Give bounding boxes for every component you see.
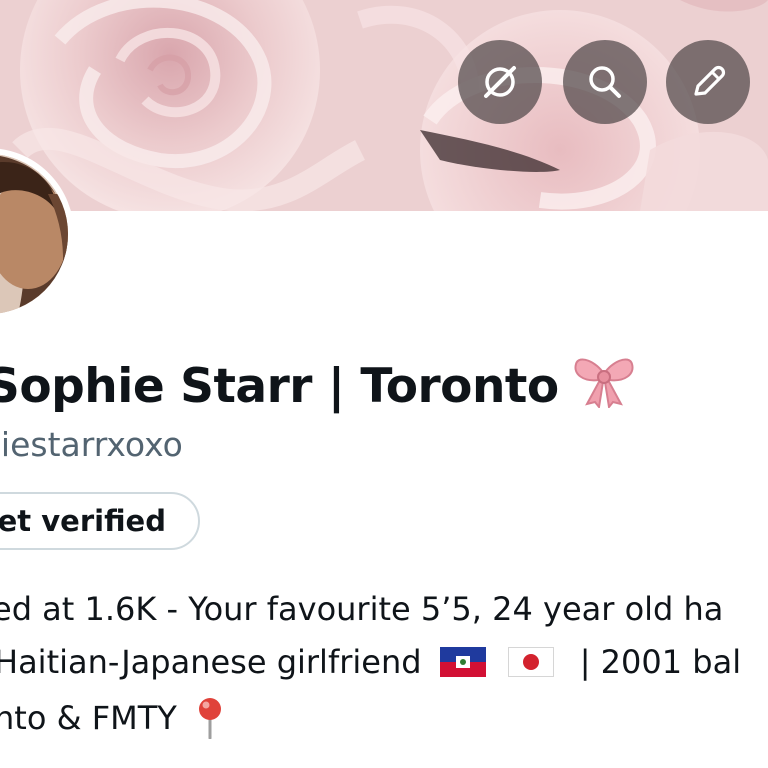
japan-flag-icon: [507, 647, 554, 685]
search-button[interactable]: [563, 40, 647, 124]
grok-button[interactable]: [458, 40, 542, 124]
bio-line-3-text: nto & FMTY: [0, 699, 177, 737]
roses-banner-image: [0, 0, 768, 211]
bio-line-1: ed at 1.6K - Your favourite 5’5, 24 year…: [0, 590, 724, 628]
profile-banner[interactable]: [0, 0, 768, 211]
round-pushpin-icon: [195, 697, 225, 747]
display-name: Sophie Starr | Toronto: [0, 352, 635, 420]
grok-icon: [484, 66, 516, 98]
bio-line-2-tail: | 2001 bal: [579, 643, 742, 681]
profile-page: Sophie Starr | Toronto hiestarrxoxo et v…: [0, 0, 768, 768]
display-name-text: Sophie Starr | Toronto: [0, 359, 559, 414]
bio-line-3: nto & FMTY: [0, 697, 225, 747]
search-icon: [589, 66, 621, 98]
bio-line-2-text: Haitian-Japanese girlfriend: [0, 643, 422, 681]
edit-button[interactable]: [666, 40, 750, 124]
username-handle: hiestarrxoxo: [0, 425, 183, 464]
haiti-flag-icon: [439, 647, 486, 685]
get-verified-button[interactable]: et verified: [0, 492, 200, 550]
bio-line-2: Haitian-Japanese girlfriend | 2001 bal: [0, 643, 741, 685]
get-verified-label: et verified: [0, 504, 166, 538]
pencil-icon: [694, 65, 726, 96]
ribbon-bow-icon: [573, 352, 635, 420]
